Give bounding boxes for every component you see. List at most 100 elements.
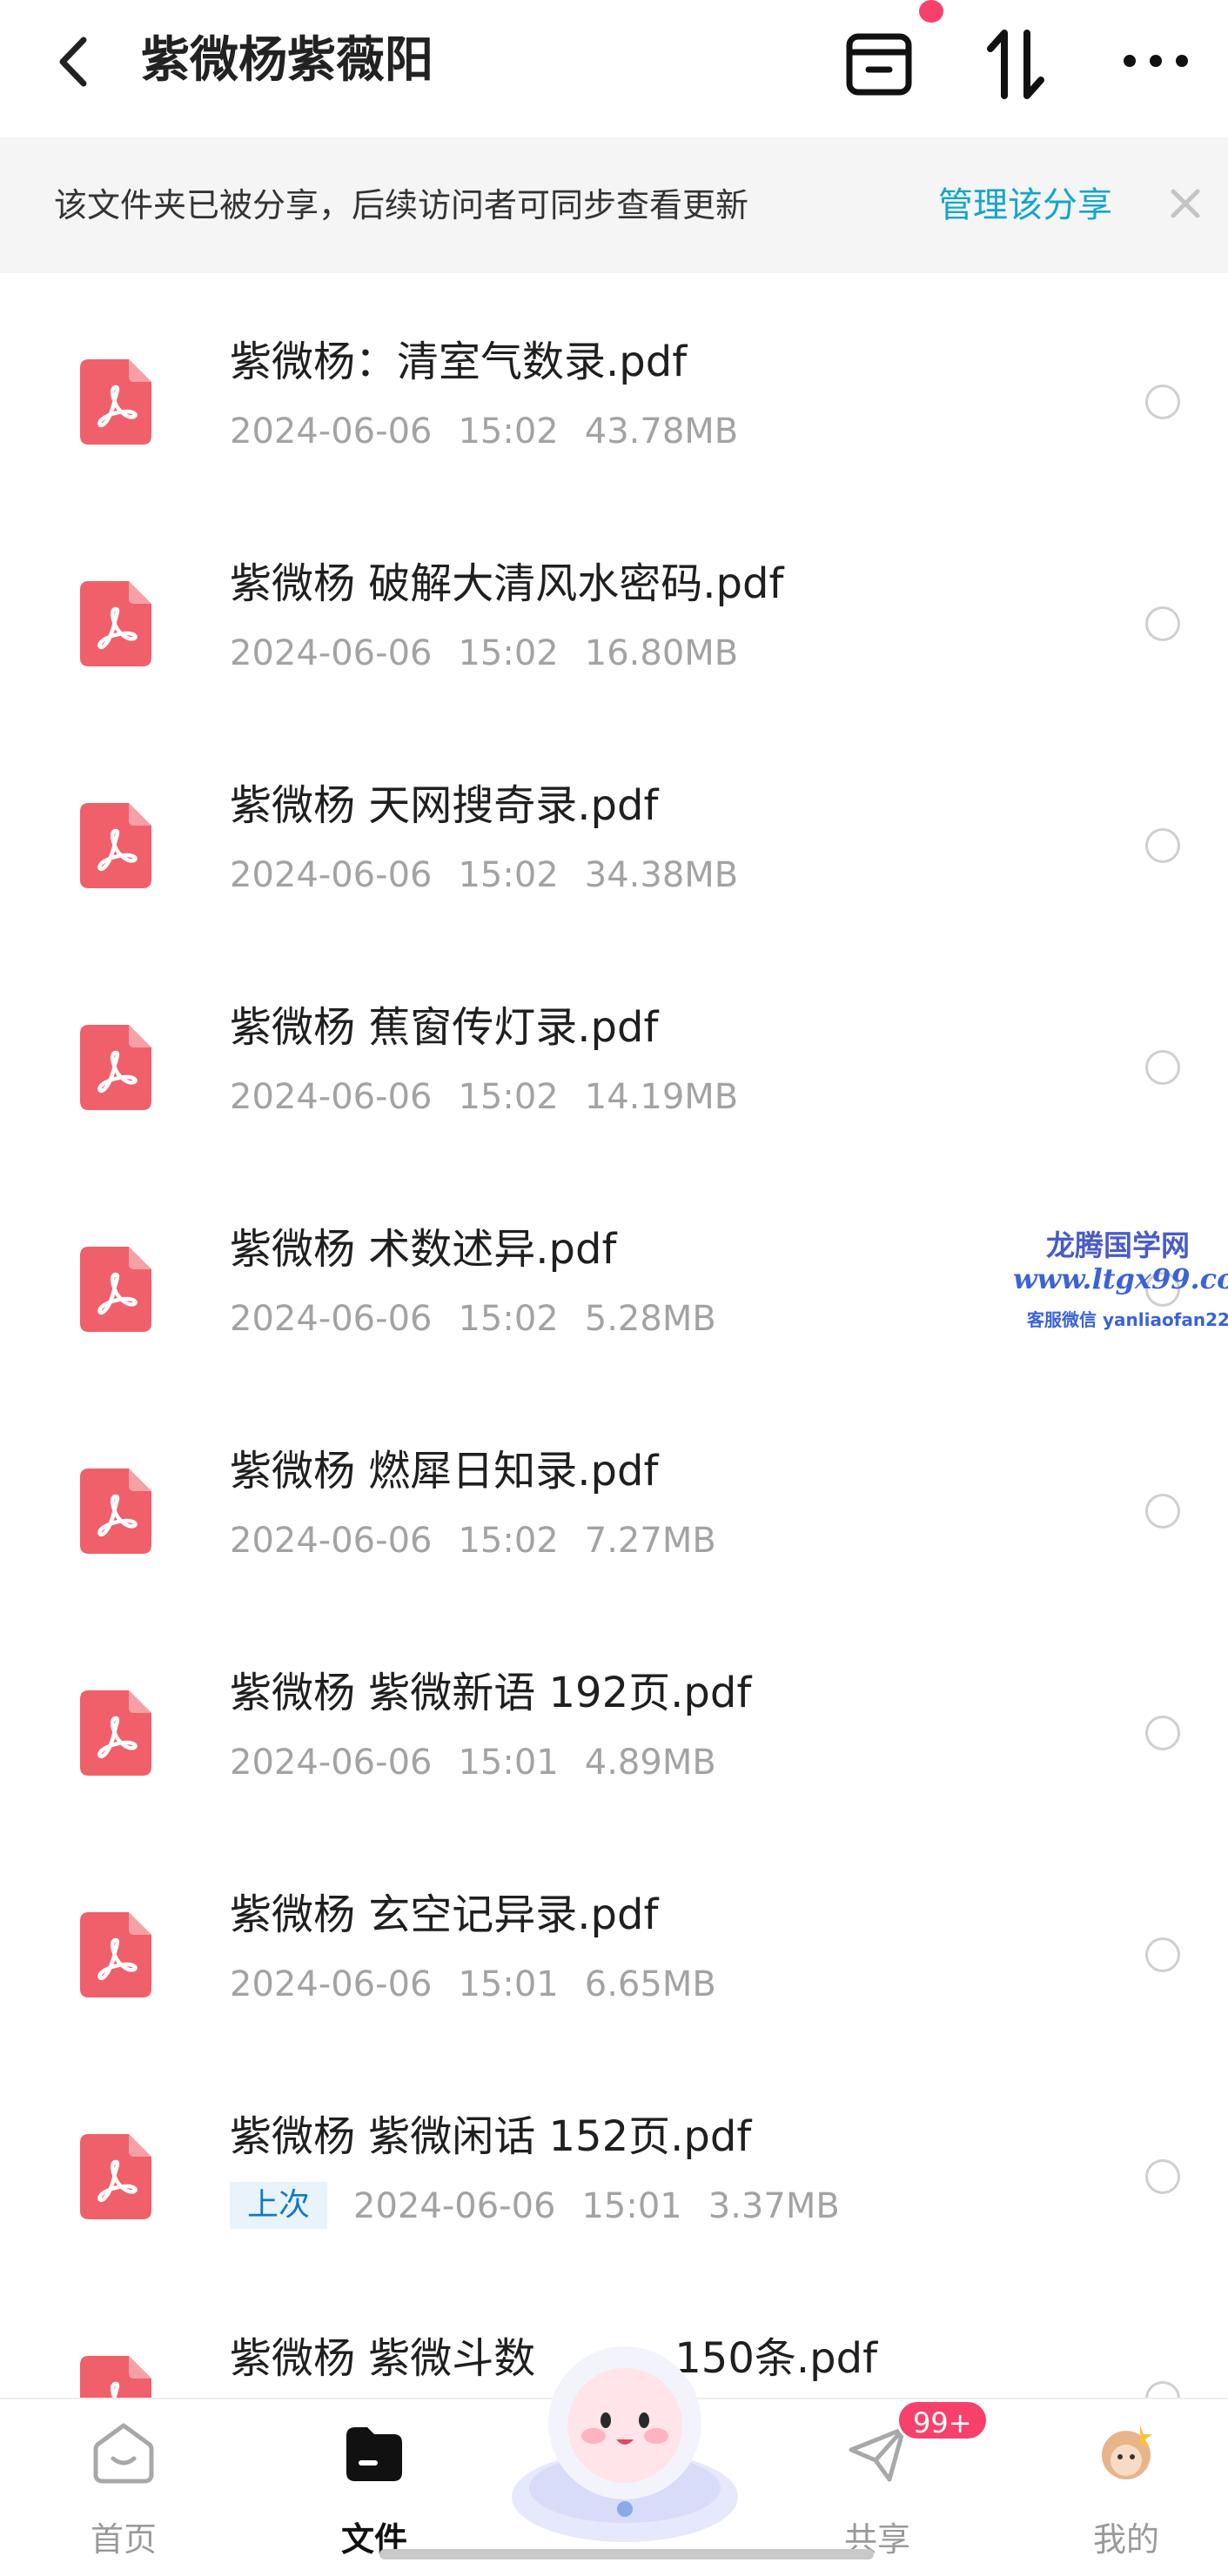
file-meta: 2024-06-06 15:02 14.19MB [230,1071,764,1123]
watermark: 龙腾国学网 www.ltgx99.com 客服微信 yanliaofan225 [1001,1222,1228,1340]
pdf-file-icon [80,2134,151,2219]
select-checkbox[interactable] [1145,606,1180,641]
select-checkbox[interactable] [1145,1494,1180,1529]
share-count-badge: 99+ [896,2399,989,2441]
select-checkbox[interactable] [1145,1937,1180,1972]
more-icon[interactable] [1116,24,1194,103]
file-name: 紫微杨 紫微新语 192页.pdf [230,1669,752,1717]
select-checkbox[interactable] [1145,2159,1180,2194]
file-meta: 2024-06-06 15:02 5.28MB [230,1293,742,1345]
file-time: 15:01 [458,1743,559,1783]
file-name: 紫微杨 天网搜奇录.pdf [230,781,659,830]
select-checkbox[interactable] [1145,2381,1180,2398]
file-time: 15:02 [458,1077,559,1117]
sort-icon[interactable] [978,24,1057,103]
file-meta: 2024-06-06 15:02 7.27MB [230,1515,742,1567]
folder-icon [339,2419,409,2488]
file-meta: 2024-06-06 15:02 16.80MB [230,627,764,679]
file-time: 15:02 [458,1299,559,1339]
file-meta: 2024-06-06 15:02 34.38MB [230,849,764,901]
home-indicator [379,2549,874,2559]
pdf-file-icon [80,359,151,445]
select-checkbox[interactable] [1145,1716,1180,1750]
file-date: 2024-06-06 [230,1077,433,1117]
back-arrow-icon[interactable] [50,31,103,92]
file-time: 15:01 [458,1964,559,2004]
watermark-contact: 客服微信 yanliaofan225 [1027,1309,1228,1330]
watermark-url: www.ltgx99.com [1013,1262,1228,1295]
list-item[interactable]: 紫微杨 玄空记异录.pdf 2024-06-06 15:01 6.65MB [0,1828,1228,2050]
file-size: 4.89MB [584,1743,716,1783]
pdf-file-icon [80,1025,151,1110]
file-date: 2024-06-06 [230,1743,433,1783]
close-icon[interactable] [1163,181,1208,226]
file-time: 15:01 [581,2186,682,2226]
file-name: 紫微杨 蕉窗传灯录.pdf [230,1003,659,1052]
file-name: 紫微杨：清室气数录.pdf [230,338,688,386]
nav-home-label: 首页 [90,2520,157,2559]
file-size: 6.65MB [584,1964,716,2004]
list-item[interactable]: 紫微杨 蕉窗传灯录.pdf 2024-06-06 15:02 14.19MB [0,940,1228,1162]
pdf-file-icon [80,1247,151,1332]
file-name-head: 紫微杨 紫微斗数 [230,2334,536,2383]
mascot-assistant-button[interactable] [503,2332,747,2549]
file-time: 15:02 [458,633,559,673]
file-size: 7.27MB [584,1521,716,1561]
file-size: 43.78MB [584,411,739,452]
avatar-icon [1091,2419,1161,2488]
pdf-file-icon [80,2356,151,2398]
list-item[interactable]: 紫微杨 燃犀日知录.pdf 2024-06-06 15:02 7.27MB [0,1384,1228,1606]
file-date: 2024-06-06 [230,1964,433,2004]
file-size: 16.80MB [584,633,739,673]
file-size: 3.37MB [708,2186,840,2226]
list-item[interactable]: 紫微杨 紫微新语 192页.pdf 2024-06-06 15:01 4.89MB [0,1606,1228,1828]
list-item[interactable]: 紫微杨：清室气数录.pdf 2024-06-06 15:02 43.78MB [0,275,1228,497]
last-opened-badge: 上次 [230,2182,328,2229]
file-name: 紫微杨 燃犀日知录.pdf [230,1447,659,1495]
file-time: 15:02 [458,855,559,895]
select-checkbox[interactable] [1145,828,1180,863]
archive-icon[interactable] [841,24,919,103]
pdf-file-icon [80,1469,151,1554]
file-size: 34.38MB [584,855,739,895]
file-name: 紫微杨 术数述异.pdf [230,1225,617,1274]
share-notice-bar: 该文件夹已被分享，后续访问者可同步查看更新 管理该分享 [0,137,1228,273]
file-date: 2024-06-06 [230,1521,433,1561]
file-time: 15:02 [458,411,559,452]
pdf-file-icon [80,1912,151,1997]
nav-home[interactable]: 首页 [37,2399,211,2576]
pdf-file-icon [80,581,151,666]
notification-dot [919,0,943,23]
nav-mine-label: 我的 [1092,2520,1159,2559]
select-checkbox[interactable] [1145,1050,1180,1085]
file-name: 紫微杨 玄空记异录.pdf [230,1890,659,1939]
file-date: 2024-06-06 [230,1299,433,1339]
nav-mine[interactable]: 我的 [1039,2399,1213,2576]
file-size: 5.28MB [584,1299,716,1339]
pdf-file-icon [80,1690,151,1776]
page-title: 紫微杨紫薇阳 [141,32,433,89]
home-icon [89,2419,158,2488]
file-time: 15:02 [458,1521,559,1561]
list-item[interactable]: 紫微杨 天网搜奇录.pdf 2024-06-06 15:02 34.38MB [0,719,1228,940]
watermark-title: 龙腾国学网 [1046,1228,1190,1262]
file-name: 紫微杨 紫微闲话 152页.pdf [230,2112,752,2161]
manage-share-link[interactable]: 管理该分享 [938,137,1112,273]
list-item[interactable]: 紫微杨 紫微闲话 152页.pdf 上次 2024-06-06 15:01 3.37M… [0,2050,1228,2272]
file-meta: 2024-06-06 15:02 43.78MB [230,405,764,458]
file-date: 2024-06-06 [230,855,433,895]
file-date: 2024-06-06 [230,633,433,673]
file-meta: 2024-06-06 15:01 6.65MB [230,1958,742,2011]
file-meta: 2024-06-06 15:01 4.89MB [230,1736,742,1789]
file-size: 14.19MB [584,1077,739,1117]
share-notice-text: 该文件夹已被分享，后续访问者可同步查看更新 [54,186,749,224]
file-date: 2024-06-06 [353,2186,556,2226]
app-screen: 紫微杨紫薇阳 该文件夹已被分享，后续访问者可同步查看更新 管理该分享 紫微杨：清… [0,0,1228,2576]
file-meta: 上次 2024-06-06 15:01 3.37MB [230,2180,866,2232]
select-checkbox[interactable] [1145,385,1180,419]
file-date: 2024-06-06 [230,411,433,452]
file-name: 紫微杨 破解大清风水密码.pdf [230,559,784,608]
top-bar: 紫微杨紫薇阳 [0,0,1228,136]
list-item[interactable]: 紫微杨 破解大清风水密码.pdf 2024-06-06 15:02 16.80MB [0,497,1228,719]
pdf-file-icon [80,803,151,888]
